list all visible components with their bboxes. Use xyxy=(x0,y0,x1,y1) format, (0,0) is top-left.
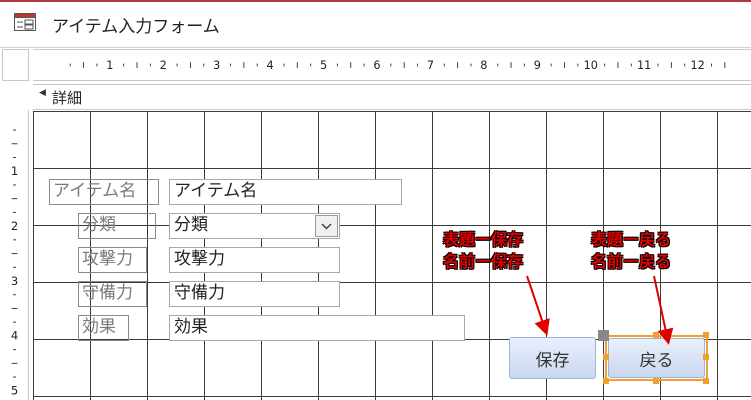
annotation-arrows xyxy=(526,275,674,345)
arrow-to-save-button xyxy=(526,275,550,336)
arrow-to-back-button xyxy=(653,275,674,345)
